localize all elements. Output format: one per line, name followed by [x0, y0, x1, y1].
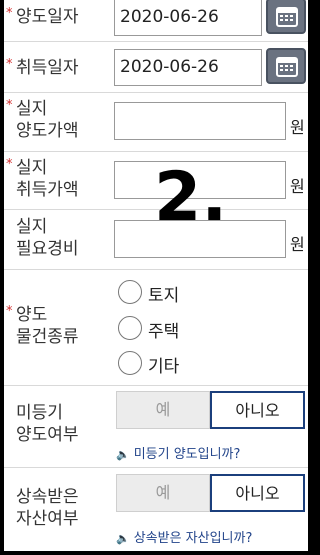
inherited-hint[interactable]: 🔈 상속받은 자산입니까?: [116, 527, 252, 546]
radio-label: 기타: [148, 357, 180, 377]
calendar-icon[interactable]: [266, 0, 306, 34]
step-number-overlay: 2.: [154, 158, 228, 237]
transfer-price-label: * 실지 양도가액: [6, 98, 79, 142]
calendar-icon[interactable]: [266, 48, 306, 84]
won-unit: 원: [290, 235, 305, 254]
radio-label: 주택: [148, 322, 180, 342]
radio-label: 토지: [148, 286, 180, 306]
inherited-label: 상속받은 자산여부: [16, 487, 79, 529]
row-transfer-date: * 양도일자 2020-06-26: [4, 0, 308, 42]
unregistered-hint[interactable]: 🔈 미등기 양도입니까?: [116, 443, 240, 462]
won-unit: 원: [290, 177, 305, 196]
radio-circle[interactable]: [118, 316, 142, 340]
form-container: * 양도일자 2020-06-26 * 취득일자 2020-06-26 * 실지…: [4, 0, 308, 551]
transfer-date-input[interactable]: 2020-06-26: [114, 0, 262, 36]
radio-circle[interactable]: [118, 351, 142, 375]
radio-circle[interactable]: [118, 280, 142, 304]
inherited-yes-button[interactable]: 예: [116, 474, 210, 512]
unregistered-label: 미등기 양도여부: [16, 403, 79, 445]
required-mark: *: [6, 57, 13, 72]
inherited-no-button[interactable]: 아니오: [210, 474, 305, 512]
acquire-date-label: * 취득일자: [6, 57, 79, 79]
required-mark: *: [6, 6, 13, 21]
required-mark: *: [6, 157, 13, 172]
unregistered-yes-button[interactable]: 예: [116, 391, 210, 429]
speaker-icon: 🔈: [116, 448, 130, 461]
acquire-price-label: * 실지 취득가액: [6, 157, 79, 201]
speaker-icon: 🔈: [116, 532, 130, 545]
transfer-price-input[interactable]: [114, 102, 286, 140]
won-unit: 원: [290, 118, 305, 137]
unregistered-no-button[interactable]: 아니오: [210, 391, 305, 429]
row-acquire-date: * 취득일자 2020-06-26: [4, 42, 308, 93]
acquire-date-input[interactable]: 2020-06-26: [114, 49, 262, 86]
required-mark: *: [6, 98, 13, 113]
transfer-date-label: * 양도일자: [6, 6, 79, 28]
row-property-type: * 양도 물건종류 토지 주택 기타: [4, 270, 308, 386]
expense-label: 실지 필요경비: [16, 217, 79, 259]
row-inherited: 상속받은 자산여부 예 아니오 🔈 상속받은 자산입니까?: [4, 468, 308, 551]
row-unregistered: 미등기 양도여부 예 아니오 🔈 미등기 양도입니까?: [4, 386, 308, 468]
property-type-label: * 양도 물건종류: [6, 304, 79, 348]
required-mark: *: [6, 304, 13, 319]
row-transfer-price: * 실지 양도가액 원: [4, 93, 308, 152]
